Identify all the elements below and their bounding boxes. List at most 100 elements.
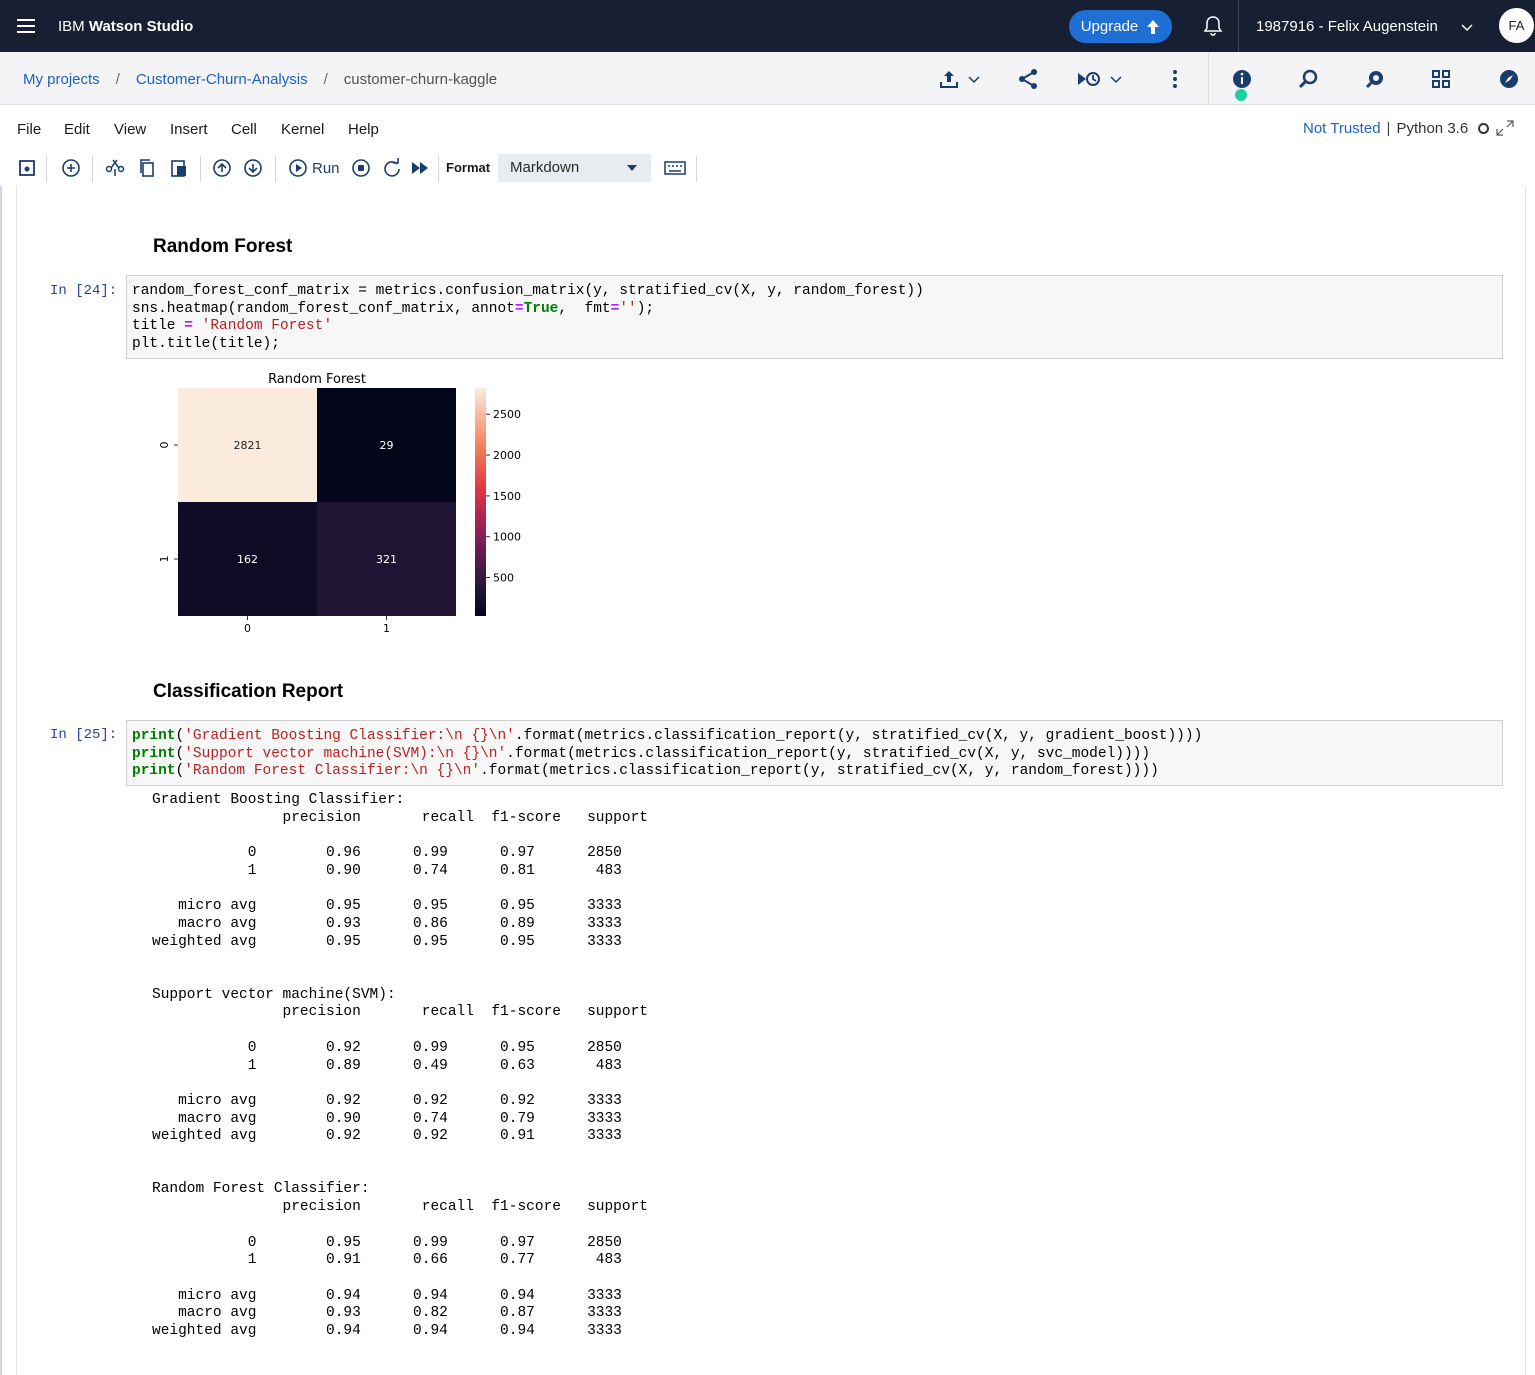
report-row: 0 0.96 0.99 0.97 2850 [152, 845, 622, 862]
brand-title[interactable]: IBM Watson Studio [58, 18, 193, 35]
expand-icon[interactable] [1495, 119, 1515, 137]
report-avg-row: macro avg 0.90 0.74 0.79 3333 [152, 1110, 622, 1127]
toolbar-divider [275, 156, 276, 182]
menu-file[interactable]: File [17, 121, 41, 138]
move-cell-up-button[interactable] [212, 158, 232, 178]
report-avg-row: micro avg 0.94 0.94 0.94 3333 [152, 1287, 622, 1304]
code-line-3: title = 'Random Forest' [132, 318, 333, 335]
menu-cell[interactable]: Cell [231, 121, 257, 138]
user-avatar[interactable]: FA [1499, 8, 1534, 43]
menu-view[interactable]: View [114, 121, 146, 138]
insert-cell-button[interactable] [61, 158, 81, 178]
breadcrumb-project[interactable]: Customer-Churn-Analysis [136, 71, 308, 88]
report-header: precision recall f1-score support [152, 1004, 648, 1021]
upgrade-label: Upgrade [1080, 18, 1139, 35]
copy-cell-button[interactable] [138, 158, 156, 178]
account-name[interactable]: 1987916 - Felix Augenstein [1256, 18, 1438, 35]
toolbar-divider [200, 156, 201, 182]
upgrade-button[interactable]: Upgrade [1069, 10, 1172, 43]
markdown-heading-random-forest[interactable]: Random Forest [153, 236, 292, 258]
code-line-1: random_forest_conf_matrix = metrics.conf… [132, 283, 924, 299]
report-avg-row: macro avg 0.93 0.82 0.87 3333 [152, 1305, 622, 1322]
overflow-menu-button[interactable] [1168, 66, 1182, 92]
chevron-down-icon [1110, 76, 1122, 84]
y-tick-label: 1 [158, 556, 171, 563]
kernel-name[interactable]: Python 3.6 [1396, 120, 1468, 137]
y-tick-label: 0 [158, 442, 171, 449]
menu-insert[interactable]: Insert [170, 121, 208, 138]
code-cell-24[interactable]: random_forest_conf_matrix = metrics.conf… [126, 275, 1503, 359]
export-menu[interactable] [938, 66, 982, 92]
breadcrumb-my-projects[interactable]: My projects [23, 71, 100, 88]
data-find-button[interactable] [1364, 66, 1386, 92]
arrow-down-circle-icon [244, 159, 262, 177]
toolbar-divider [696, 156, 697, 182]
share-icon [1019, 69, 1037, 89]
hamburger-menu-icon[interactable] [0, 0, 52, 52]
report-row: 1 0.89 0.49 0.63 483 [152, 1057, 622, 1074]
menu-kernel[interactable]: Kernel [281, 121, 324, 138]
colorbar [475, 388, 486, 616]
colorbar-tick-label: 1500 [493, 490, 521, 503]
notebook-container-border [16, 186, 17, 1375]
code-cell-25[interactable]: print('Gradient Boosting Classifier:\n {… [126, 720, 1503, 786]
keyboard-shortcuts-button[interactable] [664, 158, 686, 178]
compass-icon [1500, 70, 1518, 88]
report-avg-row: weighted avg 0.92 0.92 0.91 3333 [152, 1128, 622, 1145]
share-button[interactable] [1017, 66, 1039, 92]
restart-kernel-button[interactable] [382, 158, 402, 178]
x-tick-label: 1 [383, 622, 390, 635]
run-label: Run [312, 159, 340, 177]
find-replace-button[interactable] [1297, 66, 1319, 92]
breadcrumb-separator: / [323, 71, 328, 88]
notification-bell-icon[interactable] [1201, 14, 1225, 38]
breadcrumb-current: customer-churn-kaggle [343, 71, 498, 88]
chevron-down-icon [968, 76, 980, 84]
explore-button[interactable] [1498, 66, 1520, 92]
code-line-2: sns.heatmap(random_forest_conf_matrix, a… [132, 300, 655, 317]
report-blank [152, 1022, 648, 1040]
colorbar-tick-label: 2500 [493, 408, 521, 421]
grid-widgets-icon [1432, 70, 1450, 88]
active-status-dot [1235, 89, 1247, 101]
search-replace-icon [1298, 69, 1318, 89]
account-chevron-down-icon[interactable] [1460, 17, 1474, 37]
markdown-heading-classification-report[interactable]: Classification Report [153, 681, 343, 703]
cut-cell-button[interactable] [105, 158, 125, 178]
notebook-scrollbar-track[interactable] [1525, 186, 1526, 1375]
interrupt-kernel-button[interactable] [351, 158, 371, 178]
paste-icon [171, 160, 186, 177]
move-cell-down-button[interactable] [243, 158, 263, 178]
code-snippets-button[interactable] [1430, 66, 1452, 92]
report-blank [152, 1164, 648, 1182]
run-all-button[interactable] [410, 158, 430, 178]
menu-edit[interactable]: Edit [64, 121, 90, 138]
not-trusted-indicator[interactable]: Not Trusted [1303, 120, 1381, 137]
fast-forward-icon [412, 162, 428, 174]
report-avg-row: weighted avg 0.95 0.95 0.95 3333 [152, 933, 622, 950]
cell-format-select[interactable]: Markdown [498, 154, 651, 182]
menu-help[interactable]: Help [348, 121, 379, 138]
version-history-menu[interactable] [1076, 66, 1124, 92]
overflow-menu-vertical-icon [1173, 70, 1177, 88]
play-circle-icon [289, 159, 307, 177]
notebook-left-edge [0, 186, 2, 1375]
report-row: 0 0.92 0.99 0.95 2850 [152, 1039, 622, 1056]
paste-cell-button[interactable] [170, 158, 188, 178]
report-blank [152, 1217, 648, 1235]
save-button[interactable] [18, 158, 36, 178]
report-avg-row: weighted avg 0.94 0.94 0.94 3333 [152, 1323, 622, 1340]
run-button[interactable]: Run [288, 158, 340, 178]
report-blank [152, 1146, 648, 1164]
kernel-separator: | [1386, 120, 1391, 137]
report-header: precision recall f1-score support [152, 1199, 648, 1216]
colorbar-tick-label: 500 [493, 572, 514, 585]
add-circle-icon [62, 159, 80, 177]
output-classification-reports[interactable]: Gradient Boosting Classifier: precision … [152, 792, 648, 1341]
info-icon [1233, 70, 1251, 88]
report-blank [152, 969, 648, 987]
report-avg-row: micro avg 0.95 0.95 0.95 3333 [152, 898, 622, 915]
save-icon [19, 160, 35, 176]
code-line-4: plt.title(title); [132, 335, 280, 352]
breadcrumb: My projects / Customer-Churn-Analysis / … [23, 71, 497, 88]
